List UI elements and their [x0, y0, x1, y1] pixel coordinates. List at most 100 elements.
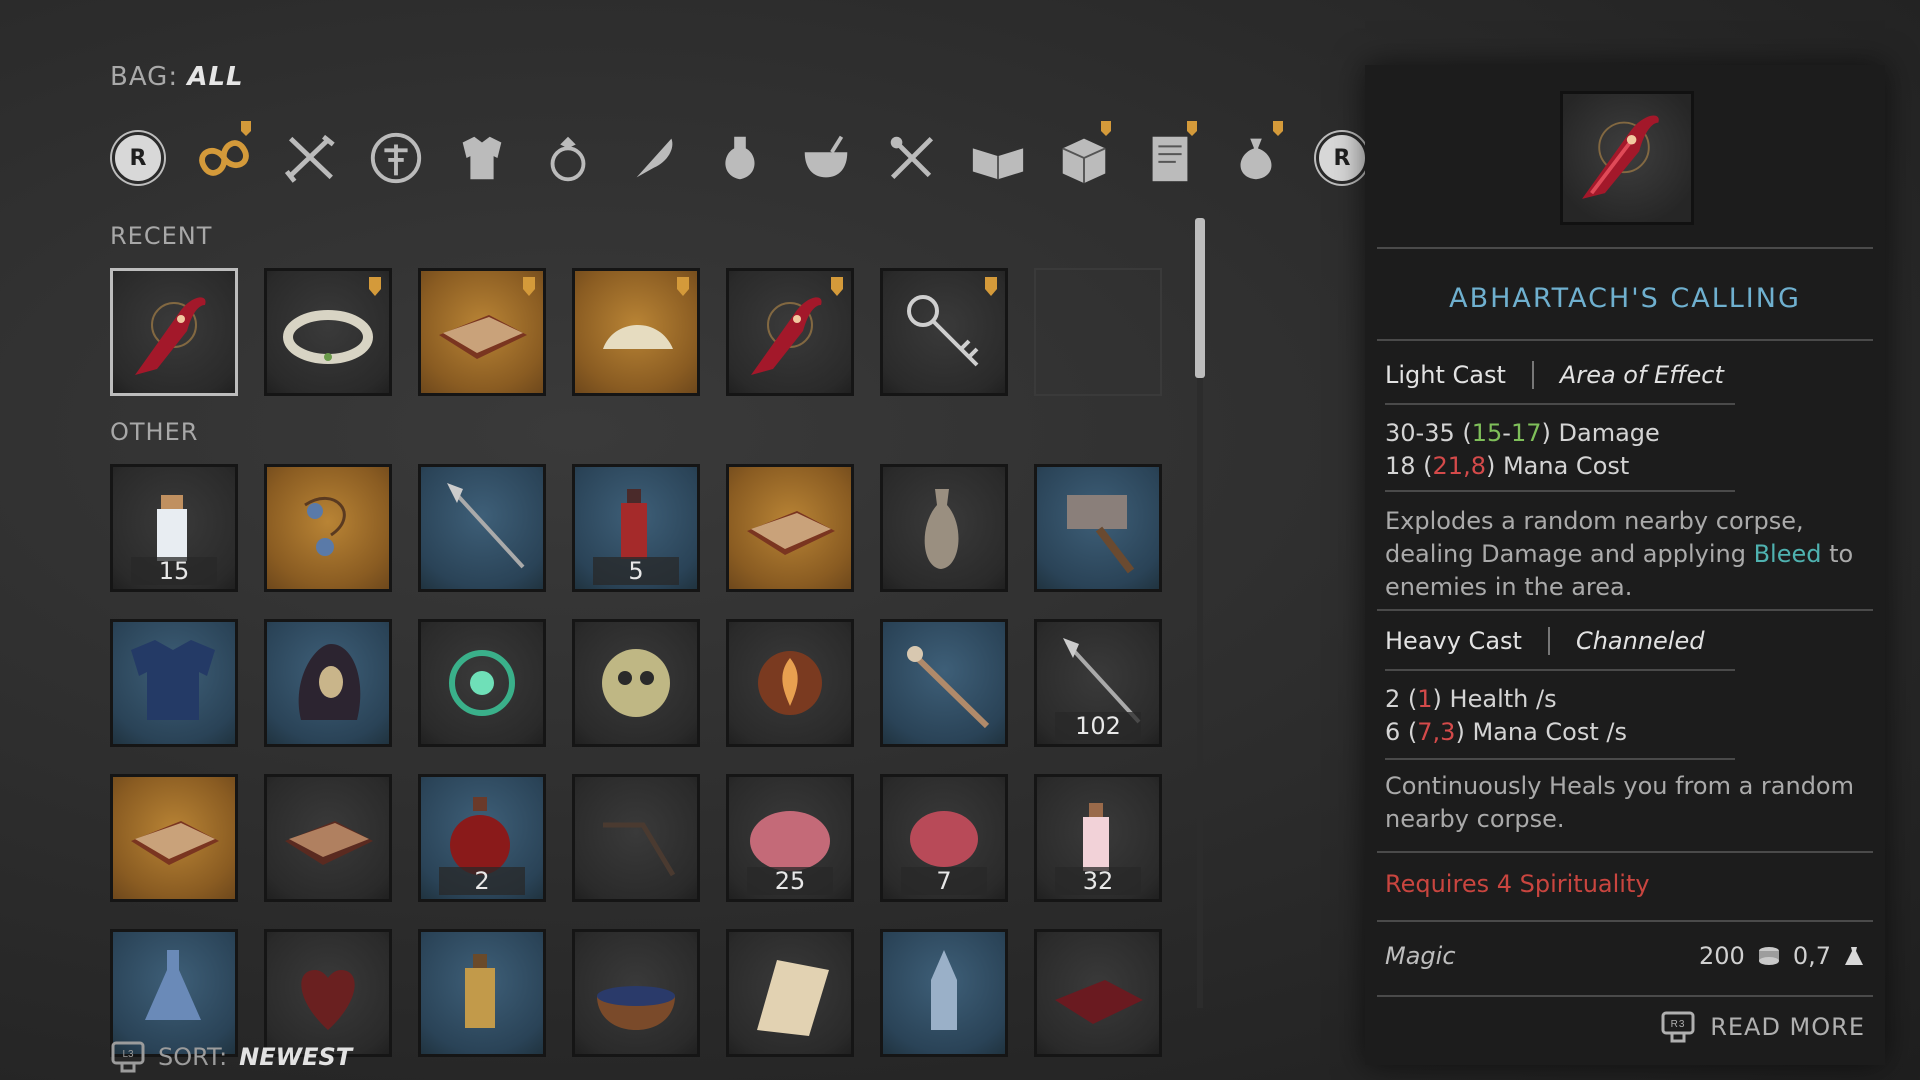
mana-close: ) [1455, 718, 1465, 746]
l3-button-icon: L3 [111, 1041, 145, 1073]
sort-control[interactable]: L3 SORT: NEWEST [110, 1040, 352, 1074]
item-title: ABHARTACH'S CALLING [1449, 283, 1801, 314]
item-slot-clay-jug[interactable] [880, 464, 1008, 592]
read-more-button[interactable]: R3 READ MORE [1660, 1010, 1865, 1044]
divider [1377, 339, 1873, 341]
war-hammer-icon [1067, 495, 1135, 574]
mana-suffix: Mana Cost [1495, 452, 1630, 480]
item-slot-iron-key[interactable] [880, 268, 1008, 396]
category-weapons[interactable] [277, 125, 343, 191]
item-slot-spell-rune-crimson[interactable] [110, 268, 238, 396]
item-slot-mortar-bowl[interactable] [572, 929, 700, 1057]
item-slot-heart[interactable] [264, 929, 392, 1057]
item-value: 200 [1699, 942, 1745, 970]
item-count: 102 [1055, 712, 1141, 740]
iron-key-icon [907, 295, 979, 367]
green-vortex-spell-icon [449, 650, 515, 716]
category-rings[interactable] [535, 125, 601, 191]
requirement-text: Requires 4 Spirituality [1385, 870, 1650, 898]
desc-text: Explodes a random nearby corpse, dealing… [1385, 507, 1804, 568]
category-armor[interactable] [449, 125, 515, 191]
category-bowls[interactable] [793, 125, 859, 191]
damage-suffix: Damage [1550, 419, 1660, 447]
item-slot-bead-necklace[interactable] [264, 464, 392, 592]
item-slot-green-vortex-spell[interactable] [418, 619, 546, 747]
item-slot-tome-book[interactable] [418, 268, 546, 396]
mana-base: 6 ( [1385, 718, 1418, 746]
item-slot-red-vial[interactable]: 5 [572, 464, 700, 592]
read-more-label: READ MORE [1710, 1013, 1865, 1041]
item-slot-spear[interactable]: 102 [1034, 619, 1162, 747]
shield-emblem-icon [370, 132, 422, 184]
divider [1377, 609, 1873, 611]
item-slot-parchment[interactable] [726, 929, 854, 1057]
category-misc[interactable] [1223, 121, 1289, 191]
scrollbar-thumb[interactable] [1195, 218, 1205, 378]
item-slot-raw-meat[interactable]: 25 [726, 774, 854, 902]
health-base: 2 ( [1385, 685, 1418, 713]
category-tools[interactable] [879, 125, 945, 191]
item-count: 2 [439, 867, 525, 895]
item-slot-hand-drill[interactable] [572, 774, 700, 902]
item-slot-pink-bottle[interactable]: 32 [1034, 774, 1162, 902]
ring-icon [550, 136, 586, 182]
damage-bonus-low: 15 [1471, 419, 1503, 447]
item-slot-ornate-lantern[interactable] [880, 929, 1008, 1057]
item-slot-bone-staff[interactable] [880, 619, 1008, 747]
fire-orb-spell-icon [758, 651, 822, 715]
pin-icon [985, 277, 997, 296]
skull-orb-spell-icon [602, 649, 670, 717]
item-slot-fire-orb-spell[interactable] [726, 619, 854, 747]
item-slot-spell-rune-crimson[interactable] [726, 268, 854, 396]
light-mana-stat: 18 (21,8) Mana Cost [1385, 450, 1629, 483]
item-slot-red-potion[interactable]: 2 [418, 774, 546, 902]
category-documents[interactable] [1137, 121, 1203, 191]
category-books[interactable] [965, 125, 1031, 191]
category-shields[interactable] [363, 125, 429, 191]
heavy-mana-stat: 6 (7,3) Mana Cost /s [1385, 716, 1627, 749]
pin-icon [1187, 121, 1197, 136]
item-slot-red-tome[interactable] [1034, 929, 1162, 1057]
item-slot-brown-book[interactable] [264, 774, 392, 902]
item-slot-jeweled-circlet[interactable] [264, 268, 392, 396]
item-slot-brain[interactable]: 7 [880, 774, 1008, 902]
item-slot-pile-of-salt[interactable] [572, 268, 700, 396]
mana-penalty: 21,8 [1432, 452, 1486, 480]
health-penalty: 1 [1417, 685, 1433, 713]
pin-icon [1101, 121, 1111, 136]
item-slot-amber-bottle[interactable] [418, 929, 546, 1057]
item-slot-tome-book[interactable] [726, 464, 854, 592]
item-slot-hooded-cowl[interactable] [264, 619, 392, 747]
damage-close: ) [1541, 419, 1551, 447]
item-slot-war-hammer[interactable] [1034, 464, 1162, 592]
bleed-keyword: Bleed [1753, 540, 1822, 568]
category-all[interactable] [191, 121, 257, 191]
category-potions[interactable] [707, 125, 773, 191]
bowl-icon [804, 135, 848, 178]
item-footer: Magic 200 0,7 [1385, 942, 1865, 970]
divider [1385, 758, 1735, 760]
item-slot-skull-orb-spell[interactable] [572, 619, 700, 747]
category-quills[interactable] [621, 125, 687, 191]
chest-armor-icon [131, 640, 215, 720]
item-slot-tome-book[interactable] [110, 774, 238, 902]
item-slot-chest-armor[interactable] [110, 619, 238, 747]
health-close: ) [1432, 685, 1442, 713]
item-slot-blue-flask[interactable] [110, 929, 238, 1057]
empty-slot[interactable] [1034, 268, 1162, 396]
divider [1377, 851, 1873, 853]
item-slot-milk-bottle[interactable]: 15 [110, 464, 238, 592]
r-button-left-icon[interactable]: R [105, 125, 171, 191]
scroll-document-icon [1152, 136, 1188, 182]
item-count: 7 [901, 867, 987, 895]
category-crates[interactable] [1051, 121, 1117, 191]
item-weight: 0,7 [1792, 942, 1831, 970]
health-suffix: Health /s [1441, 685, 1557, 713]
tome-book-icon [439, 315, 527, 359]
feather-quill-icon [636, 138, 673, 178]
pin-icon [677, 277, 689, 296]
svg-text:R3: R3 [1671, 1019, 1686, 1030]
divider [1385, 403, 1735, 405]
hand-drill-icon [603, 822, 676, 877]
item-slot-spear[interactable] [418, 464, 546, 592]
